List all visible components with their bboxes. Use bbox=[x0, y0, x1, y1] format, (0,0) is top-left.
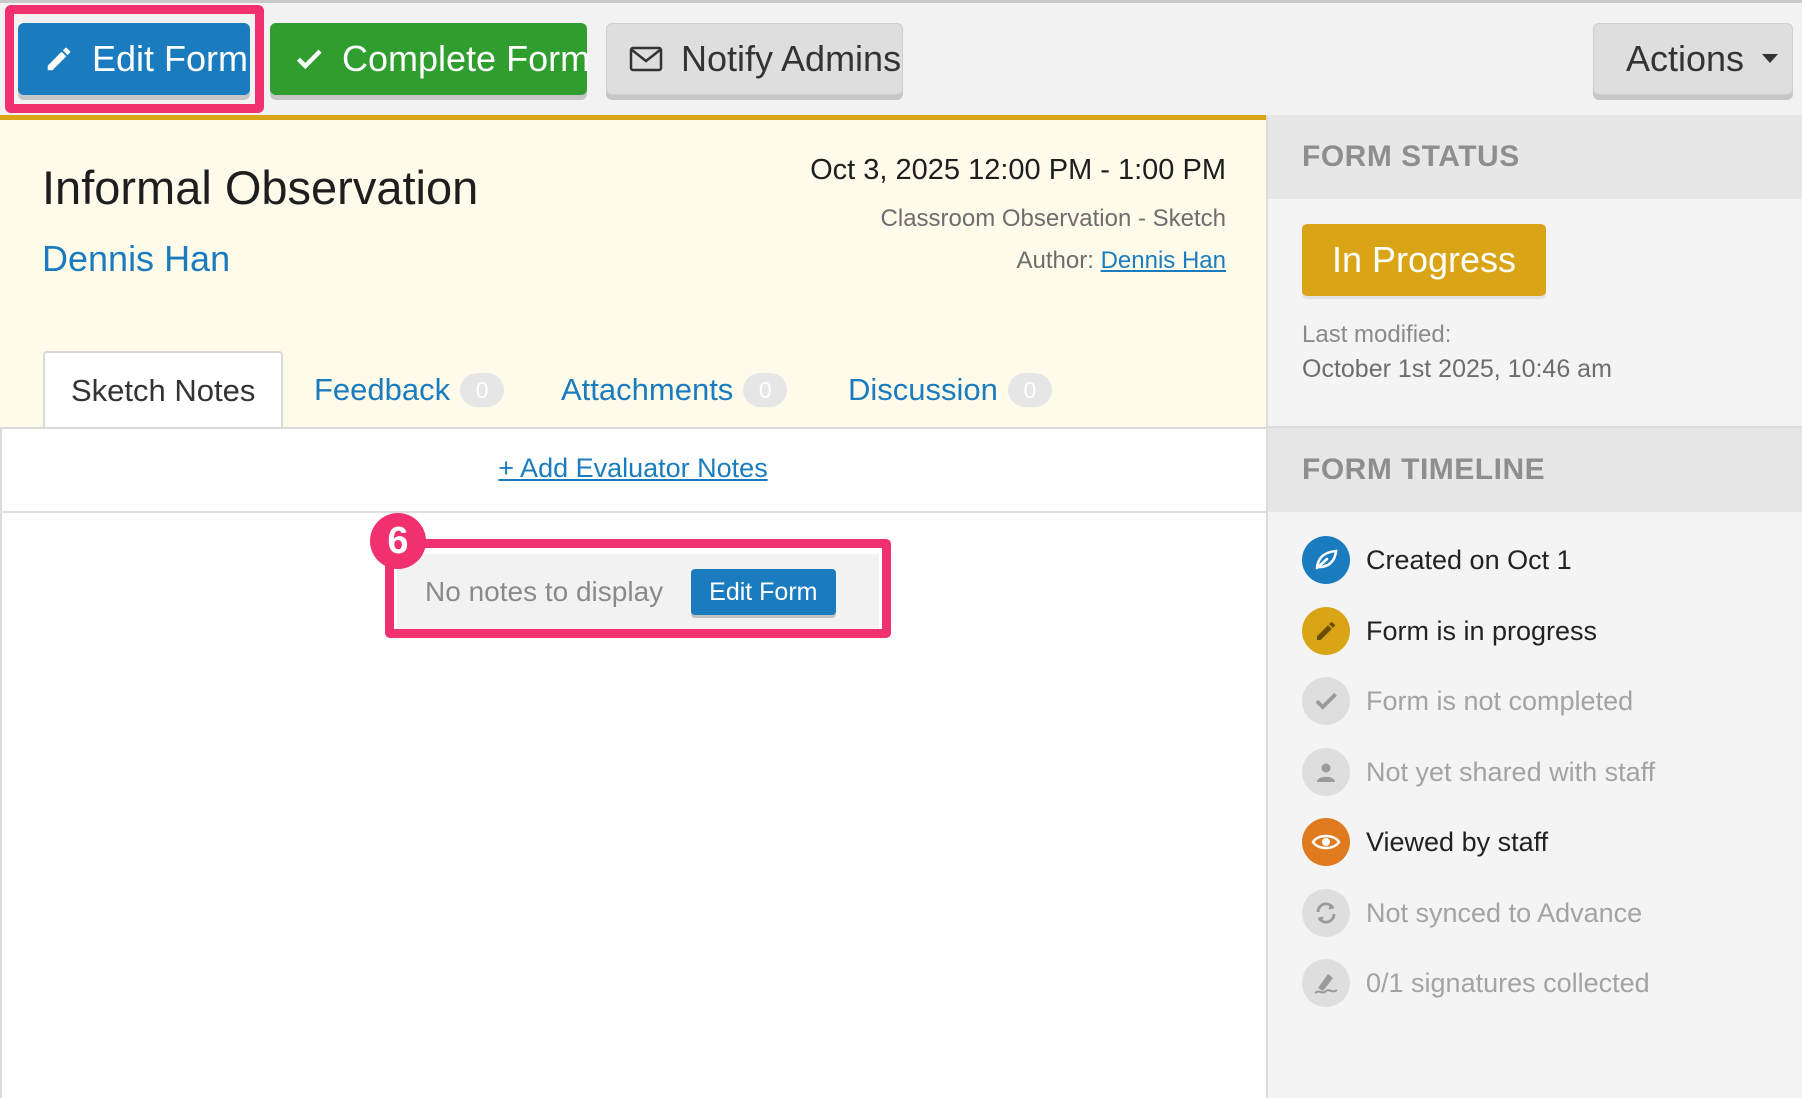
timeline-item-viewed: Viewed by staff bbox=[1302, 817, 1548, 867]
count-badge: 0 bbox=[743, 373, 788, 407]
form-type: Classroom Observation - Sketch bbox=[880, 205, 1226, 232]
check-icon bbox=[1302, 677, 1350, 725]
toolbar: Edit Form Complete Form Notify Admins Ac… bbox=[0, 0, 1802, 115]
timeline-text: Form is not completed bbox=[1366, 685, 1634, 716]
user-icon bbox=[1302, 748, 1350, 796]
envelope-icon bbox=[629, 45, 663, 73]
tab-discussion[interactable]: Discussion 0 bbox=[848, 352, 1052, 428]
tab-sketch-notes[interactable]: Sketch Notes bbox=[43, 351, 284, 429]
notify-admins-button[interactable]: Notify Admins bbox=[606, 23, 903, 95]
edit-form-label: Edit Form bbox=[92, 38, 249, 79]
form-timeline-header: FORM TIMELINE bbox=[1268, 428, 1802, 512]
page-title: Informal Observation bbox=[42, 161, 479, 214]
last-modified-value: October 1st 2025, 10:46 am bbox=[1302, 355, 1612, 383]
count-badge: 0 bbox=[460, 373, 505, 407]
edit-form-button[interactable]: Edit Form bbox=[18, 23, 250, 95]
actions-dropdown[interactable]: Actions bbox=[1593, 23, 1793, 95]
author-link[interactable]: Dennis Han bbox=[1101, 247, 1226, 274]
edit-form-inline-button[interactable]: Edit Form bbox=[691, 569, 836, 615]
caret-down-icon bbox=[1762, 54, 1779, 64]
timeline-text: 0/1 signatures collected bbox=[1366, 967, 1650, 998]
status-badge: In Progress bbox=[1302, 224, 1546, 296]
timeline-text: Form is in progress bbox=[1366, 615, 1598, 646]
person-link[interactable]: Dennis Han bbox=[42, 238, 230, 280]
step-number-badge: 6 bbox=[370, 513, 426, 569]
sidebar: FORM STATUS In Progress Last modified: O… bbox=[1266, 115, 1802, 1098]
empty-notes-text: No notes to display bbox=[425, 576, 664, 607]
timeline-item-in-progress: Form is in progress bbox=[1302, 606, 1597, 656]
leaf-icon bbox=[1302, 536, 1350, 584]
last-modified-label: Last modified: bbox=[1302, 321, 1452, 348]
eye-icon bbox=[1302, 818, 1350, 866]
timeline-text: Viewed by staff bbox=[1366, 826, 1549, 857]
divider bbox=[0, 427, 1266, 429]
pencil-icon bbox=[44, 44, 74, 74]
signature-icon bbox=[1302, 959, 1350, 1007]
count-badge: 0 bbox=[1007, 373, 1052, 407]
sync-icon bbox=[1302, 889, 1350, 937]
timeline-item-created: Created on Oct 1 bbox=[1302, 535, 1572, 585]
tab-label: Feedback bbox=[314, 372, 451, 407]
empty-notes-panel: No notes to display Edit Form bbox=[397, 554, 879, 630]
divider bbox=[0, 511, 1266, 513]
timeline-item-not-completed: Form is not completed bbox=[1302, 676, 1633, 726]
tab-bar: Sketch Notes Feedback 0 Attachments 0 Di… bbox=[0, 350, 1266, 429]
author-line: Author: Dennis Han bbox=[1017, 247, 1226, 275]
timeline-text: Created on Oct 1 bbox=[1366, 544, 1572, 575]
form-header: Informal Observation Dennis Han Oct 3, 2… bbox=[0, 115, 1266, 429]
tab-label: Attachments bbox=[561, 372, 734, 407]
complete-form-label: Complete Form bbox=[342, 38, 591, 79]
notify-admins-label: Notify Admins bbox=[681, 38, 902, 79]
actions-label: Actions bbox=[1626, 38, 1745, 79]
complete-form-button[interactable]: Complete Form bbox=[270, 23, 591, 95]
tab-feedback[interactable]: Feedback 0 bbox=[314, 352, 505, 428]
tab-attachments[interactable]: Attachments 0 bbox=[561, 352, 788, 428]
form-status-header: FORM STATUS bbox=[1268, 115, 1802, 199]
timeline-text: Not synced to Advance bbox=[1366, 897, 1643, 928]
tab-label: Sketch Notes bbox=[71, 373, 256, 408]
timeline-item-not-shared: Not yet shared with staff bbox=[1302, 747, 1655, 797]
timeline-item-not-synced: Not synced to Advance bbox=[1302, 888, 1642, 938]
check-icon bbox=[294, 44, 324, 74]
add-evaluator-notes-link[interactable]: + Add Evaluator Notes bbox=[0, 453, 1266, 484]
pencil-icon bbox=[1302, 607, 1350, 655]
author-label: Author: bbox=[1016, 247, 1094, 274]
timeline-item-signatures: 0/1 signatures collected bbox=[1302, 958, 1650, 1008]
timeline-text: Not yet shared with staff bbox=[1366, 756, 1656, 787]
observation-datetime: Oct 3, 2025 12:00 PM - 1:00 PM bbox=[810, 154, 1226, 186]
tab-label: Discussion bbox=[848, 372, 998, 407]
